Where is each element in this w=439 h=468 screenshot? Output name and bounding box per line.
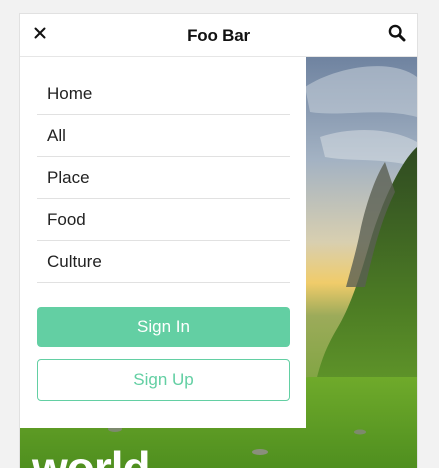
sign-in-button[interactable]: Sign In — [37, 307, 290, 347]
brand-title[interactable]: Foo Bar — [20, 26, 417, 46]
sign-up-button[interactable]: Sign Up — [37, 359, 290, 401]
search-button[interactable] — [383, 21, 411, 49]
drawer-menu: Home All Place Food Culture — [37, 73, 290, 283]
search-icon — [388, 24, 406, 47]
menu-item-culture[interactable]: Culture — [37, 241, 290, 283]
app-frame: Foo Bar world Home All Place Food Cultur… — [20, 14, 417, 468]
top-navbar: Foo Bar — [20, 14, 417, 57]
navigation-drawer: Home All Place Food Culture Sign In Sign… — [20, 57, 306, 428]
menu-item-home[interactable]: Home — [37, 73, 290, 115]
hero-headline-line2: world — [32, 442, 151, 468]
menu-item-food[interactable]: Food — [37, 199, 290, 241]
menu-item-place[interactable]: Place — [37, 157, 290, 199]
menu-item-all[interactable]: All — [37, 115, 290, 157]
